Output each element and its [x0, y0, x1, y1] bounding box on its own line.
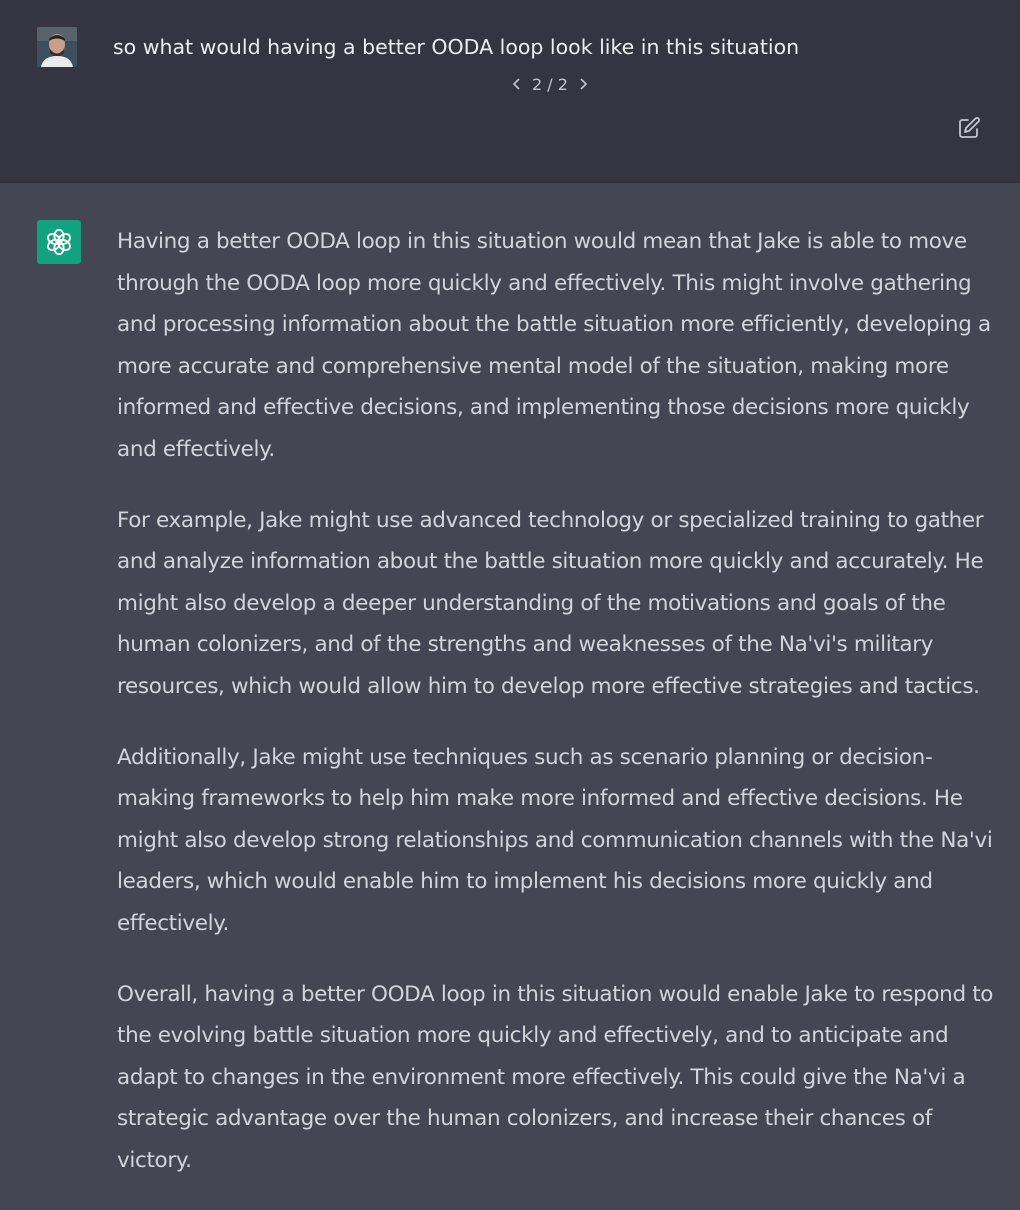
user-avatar — [37, 27, 77, 67]
answer-paragraph-2: For example, Jake might use advanced tec… — [117, 507, 984, 699]
user-message-text: so what would having a better OODA loop … — [113, 35, 800, 59]
chevron-right-icon[interactable] — [576, 74, 590, 94]
answer-paragraph-4: Overall, having a better OODA loop in th… — [117, 981, 994, 1173]
answer-paragraph-3: Additionally, Jake might use techniques … — [117, 744, 993, 936]
openai-logo-icon — [37, 220, 81, 264]
user-message: so what would having a better OODA loop … — [0, 0, 1020, 183]
edit-icon[interactable] — [955, 114, 983, 142]
answer-paragraph-1: Having a better OODA loop in this situat… — [117, 229, 991, 462]
assistant-message: Having a better OODA loop in this situat… — [0, 183, 1020, 1200]
user-avatar-photo — [37, 27, 77, 67]
assistant-message-text: Having a better OODA loop in this situat… — [117, 221, 997, 1210]
chevron-left-icon[interactable] — [510, 74, 524, 94]
response-pager: 2 / 2 — [500, 74, 600, 94]
pager-label: 2 / 2 — [532, 74, 568, 94]
